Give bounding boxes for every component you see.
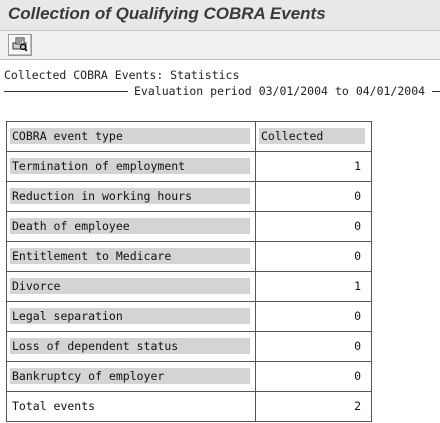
table-header-row: COBRA event type Collected	[7, 122, 371, 152]
collected-value: 0	[259, 338, 365, 354]
collected-value: 1	[259, 278, 365, 294]
collected-cell: 0	[256, 242, 371, 271]
event-type-label: Divorce	[10, 278, 250, 294]
table-total-row: Total events 2	[7, 392, 371, 421]
event-type-cell: Reduction in working hours	[7, 182, 256, 211]
collected-value: 0	[259, 218, 365, 234]
collected-cell: 0	[256, 362, 371, 391]
period-to: 04/01/2004	[355, 84, 426, 98]
header-type-cell: COBRA event type	[7, 122, 256, 151]
print-preview-icon	[12, 37, 28, 52]
header-collected-cell: Collected	[256, 122, 371, 151]
event-type-cell: Loss of dependent status	[7, 332, 256, 361]
collected-value: 0	[259, 188, 365, 204]
table-row: Entitlement to Medicare 0	[7, 242, 371, 272]
title-bar: Collection of Qualifying COBRA Events	[0, 0, 440, 31]
cobra-events-table: COBRA event type Collected Termination o…	[6, 121, 372, 422]
table-row: Divorce 1	[7, 272, 371, 302]
collected-value: 1	[259, 158, 365, 174]
window-title: Collection of Qualifying COBRA Events	[8, 4, 326, 23]
collected-cell: 0	[256, 302, 371, 331]
total-value-cell: 2	[256, 392, 371, 421]
table-row: Termination of employment 1	[7, 152, 371, 182]
evaluation-period: Evaluation period 03/01/2004 to 04/01/2004	[134, 84, 432, 98]
collected-cell: 1	[256, 272, 371, 301]
period-label: Evaluation period	[134, 84, 252, 98]
event-type-label: Termination of employment	[10, 158, 250, 174]
divider-left	[4, 91, 128, 92]
event-type-label: Reduction in working hours	[10, 188, 250, 204]
evaluation-period-line: Evaluation period 03/01/2004 to 04/01/2004	[4, 84, 440, 98]
period-from: 03/01/2004	[258, 84, 328, 98]
event-type-cell: Divorce	[7, 272, 256, 301]
application-toolbar	[0, 31, 440, 60]
table-row: Legal separation 0	[7, 302, 371, 332]
event-type-label: Legal separation	[10, 308, 250, 324]
collected-cell: 0	[256, 182, 371, 211]
collected-value: 0	[259, 308, 365, 324]
event-type-label: Loss of dependent status	[10, 338, 250, 354]
table-row: Bankruptcy of employer 0	[7, 362, 371, 392]
divider-right	[432, 91, 440, 92]
event-type-cell: Termination of employment	[7, 152, 256, 181]
collected-value: 0	[259, 368, 365, 384]
event-type-label: Entitlement to Medicare	[10, 248, 250, 264]
table-row: Loss of dependent status 0	[7, 332, 371, 362]
collected-cell: 1	[256, 152, 371, 181]
total-events-label: Total events	[12, 399, 96, 413]
event-type-cell: Death of employee	[7, 212, 256, 241]
print-preview-button[interactable]	[8, 34, 32, 56]
total-label-cell: Total events	[7, 392, 256, 421]
table-row: Reduction in working hours 0	[7, 182, 371, 212]
table-row: Death of employee 0	[7, 212, 371, 242]
collected-value: 0	[259, 248, 365, 264]
collected-cell: 0	[256, 332, 371, 361]
event-type-cell: Legal separation	[7, 302, 256, 331]
period-to-word: to	[334, 84, 349, 98]
event-type-cell: Bankruptcy of employer	[7, 362, 256, 391]
column-header-event-type: COBRA event type	[10, 128, 250, 144]
column-header-collected: Collected	[259, 128, 365, 144]
report-area: Collected COBRA Events: Statistics Evalu…	[0, 60, 440, 423]
event-type-label: Death of employee	[10, 218, 250, 234]
total-events-value: 2	[354, 399, 361, 413]
event-type-label: Bankruptcy of employer	[10, 368, 250, 384]
report-heading: Collected COBRA Events: Statistics	[4, 68, 240, 82]
collected-cell: 0	[256, 212, 371, 241]
event-type-cell: Entitlement to Medicare	[7, 242, 256, 271]
